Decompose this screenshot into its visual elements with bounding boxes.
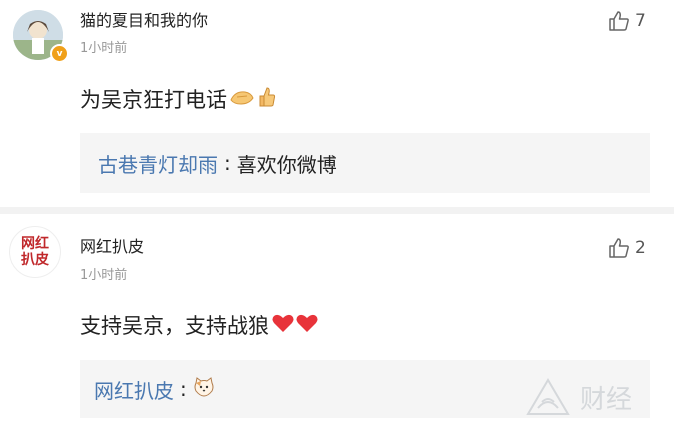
reply-text: 喜欢你微博 (236, 152, 337, 177)
like-button[interactable]: 7 (607, 9, 646, 33)
like-count: 2 (635, 238, 646, 258)
timestamp: 1小时前 (80, 268, 128, 283)
timestamp: 1小时前 (80, 41, 128, 56)
watermark-logo: 财经 (520, 370, 674, 425)
red-heart-emoji (271, 312, 295, 339)
reply-username[interactable]: 古巷青灯却雨 (98, 149, 218, 178)
comment-text: 为吴京狂打电话 (80, 88, 227, 112)
reply-username[interactable]: 网红扒皮 (94, 375, 174, 404)
user-avatar[interactable]: 网红 扒皮 (9, 226, 61, 278)
clap-hands-emoji (229, 86, 255, 113)
watermark-text: 财经 (580, 385, 632, 415)
avatar-logo-text: 网红 (21, 236, 49, 252)
thumbs-up-outline-icon (609, 11, 629, 31)
username[interactable]: 猫的夏目和我的你 (80, 7, 208, 31)
username[interactable]: 网红扒皮 (80, 233, 144, 257)
red-heart-emoji (295, 312, 319, 339)
avatar-logo-text: 扒皮 (21, 252, 49, 268)
thumbs-up-outline-icon (609, 238, 629, 258)
verified-badge-icon: v (50, 44, 69, 63)
comment-divider (0, 207, 674, 214)
comment-text-row: 支持吴京，支持战狼 (80, 310, 319, 340)
like-button[interactable]: 2 (607, 236, 646, 260)
like-count: 7 (635, 11, 646, 31)
reply-preview[interactable]: 古巷青灯却雨 : 喜欢你微博 (80, 133, 650, 193)
cat-face-emoji (193, 376, 215, 402)
reply-separator: : (224, 151, 231, 175)
comment-1: v 猫的夏目和我的你 1小时前 7 为吴京狂打电话 古巷青灯却雨 : 喜欢你微博 (0, 0, 674, 205)
reply-separator: : (180, 377, 187, 401)
comment-text: 支持吴京，支持战狼 (80, 314, 269, 338)
comment-text-row: 为吴京狂打电话 (80, 84, 277, 114)
thumbs-up-emoji (255, 85, 277, 114)
